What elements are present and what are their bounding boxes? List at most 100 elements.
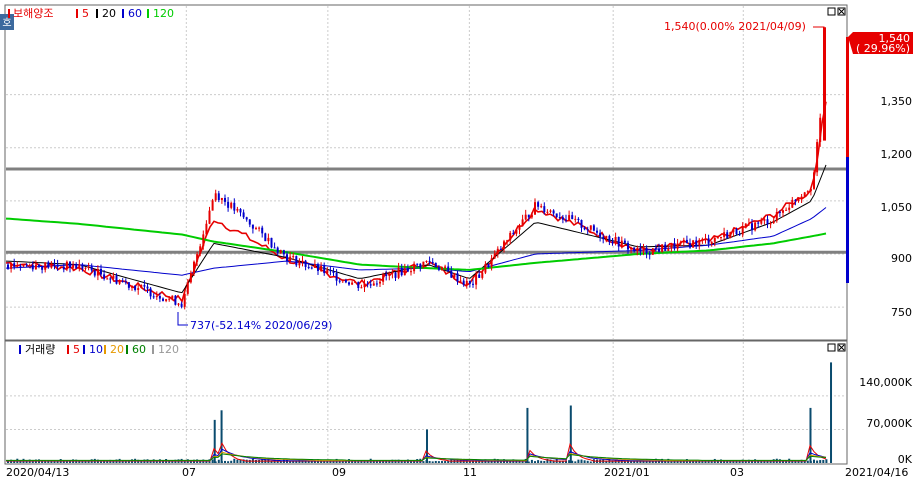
candle-body bbox=[546, 211, 549, 213]
candle-body bbox=[261, 227, 264, 234]
candle-body bbox=[149, 288, 152, 297]
candle-body bbox=[28, 265, 31, 267]
candle-body bbox=[496, 248, 499, 254]
legend-stock-name: 보해양조 bbox=[13, 6, 53, 20]
candle-body bbox=[419, 263, 422, 268]
volume-bar bbox=[444, 461, 447, 463]
volume-bar bbox=[227, 461, 230, 463]
candle-body bbox=[307, 266, 310, 268]
volume-bar bbox=[428, 461, 431, 463]
candle-body bbox=[286, 254, 288, 262]
candle-body bbox=[323, 265, 326, 274]
candle-body bbox=[428, 260, 431, 262]
candle-body bbox=[636, 247, 639, 252]
candle-body bbox=[661, 244, 664, 252]
volume-bar bbox=[468, 461, 471, 463]
candle-body bbox=[772, 220, 775, 224]
price-panel-maximize-icon[interactable] bbox=[827, 7, 836, 16]
candle-body bbox=[391, 272, 394, 274]
candle-body bbox=[580, 220, 583, 228]
volume-tick-label: 70,000K bbox=[866, 417, 912, 430]
candle-body bbox=[127, 282, 130, 288]
candle-body bbox=[131, 285, 133, 288]
candle-body bbox=[664, 244, 667, 251]
volume-bar bbox=[205, 461, 208, 463]
candle-body bbox=[788, 207, 791, 210]
volume-bar bbox=[580, 459, 583, 463]
volume-bar bbox=[499, 461, 502, 463]
candle-body bbox=[329, 269, 332, 272]
volume-bar bbox=[633, 461, 636, 463]
candle-body bbox=[236, 208, 239, 211]
volume-bar bbox=[630, 461, 633, 463]
candle-body bbox=[413, 263, 416, 272]
volume-bar bbox=[530, 459, 533, 463]
candle-body bbox=[534, 202, 536, 215]
candle-body bbox=[162, 298, 164, 301]
candle-body bbox=[568, 215, 571, 221]
volume-bar bbox=[583, 460, 586, 463]
candle-body bbox=[422, 261, 425, 268]
candle-body bbox=[279, 250, 282, 253]
candle-body bbox=[41, 266, 44, 270]
candle-body bbox=[93, 270, 96, 276]
candle-body bbox=[298, 261, 301, 266]
candle-body bbox=[177, 303, 180, 305]
price-tick-label: 1,050 bbox=[881, 201, 913, 214]
volume-bar bbox=[695, 461, 698, 463]
candle-body bbox=[78, 264, 81, 269]
candle-body bbox=[797, 198, 800, 202]
candle-body bbox=[379, 281, 381, 284]
candle-body bbox=[775, 211, 778, 221]
candle-body bbox=[453, 273, 456, 278]
volume-bar bbox=[651, 461, 654, 463]
candle-body bbox=[7, 264, 9, 269]
candle-body bbox=[385, 274, 388, 276]
legend-ma-60: 60 bbox=[128, 7, 142, 20]
candle-body bbox=[205, 223, 208, 235]
candle-body bbox=[751, 223, 753, 231]
candle-body bbox=[695, 240, 698, 246]
candle-body bbox=[794, 199, 797, 202]
candle-body bbox=[549, 210, 552, 212]
candle-body bbox=[509, 232, 512, 241]
candle-body bbox=[211, 200, 214, 211]
candle-body bbox=[137, 288, 140, 291]
candle-body bbox=[571, 215, 574, 220]
candle-body bbox=[713, 237, 716, 242]
candle-body bbox=[425, 260, 428, 262]
candle-body bbox=[716, 237, 719, 239]
x-axis: 2020/04/13 07 09 11 2021/01 03 2021/04/1… bbox=[6, 466, 908, 479]
x-tick-label: 2021/01 bbox=[604, 466, 650, 479]
candle-body bbox=[512, 232, 515, 234]
candle-body bbox=[69, 261, 71, 268]
candle-body bbox=[676, 243, 679, 249]
candle-body bbox=[50, 263, 53, 268]
candle-body bbox=[738, 234, 741, 236]
candle-body bbox=[599, 232, 602, 237]
candle-body bbox=[487, 264, 490, 267]
candle-body bbox=[155, 296, 158, 298]
candle-body bbox=[320, 265, 323, 271]
candle-body bbox=[369, 284, 372, 286]
candle-body bbox=[326, 269, 329, 274]
candle-body bbox=[741, 226, 744, 235]
candle-body bbox=[552, 210, 555, 214]
volume-panel-maximize-icon[interactable] bbox=[827, 343, 836, 352]
candle-body bbox=[754, 222, 757, 231]
candle-body bbox=[450, 271, 453, 278]
candle-body bbox=[360, 287, 363, 289]
candle-body bbox=[10, 263, 13, 269]
range-bar-up bbox=[846, 37, 849, 157]
volume-bar bbox=[670, 461, 673, 463]
candle-body bbox=[478, 274, 481, 278]
candle-body bbox=[437, 266, 440, 270]
candle-body bbox=[555, 213, 558, 218]
legend-ma-120: 120 bbox=[153, 7, 174, 20]
candle-body bbox=[366, 283, 369, 285]
volume-bar bbox=[819, 460, 822, 463]
candle-body bbox=[44, 262, 47, 270]
candle-body bbox=[723, 232, 726, 237]
candle-body bbox=[630, 247, 633, 250]
candle-body bbox=[537, 202, 540, 207]
